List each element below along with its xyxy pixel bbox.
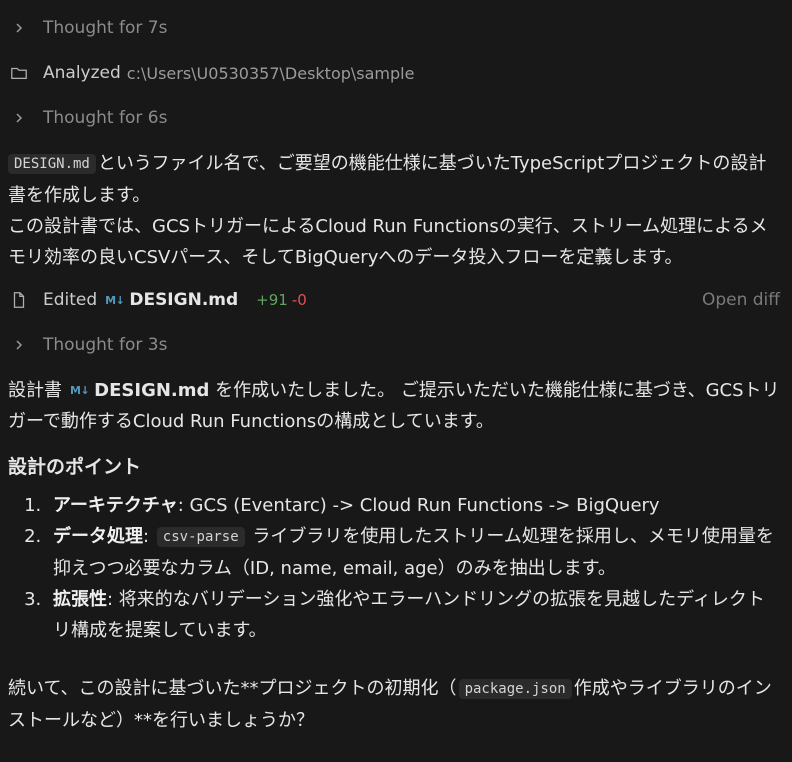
followup-text1: 続いて、この設計に基づいた**プロジェクトの初期化（ bbox=[8, 678, 457, 699]
thought-collapsible-1[interactable]: Thought for 7s bbox=[0, 16, 792, 40]
additions-count: +91 bbox=[256, 291, 288, 309]
chevron-right-icon bbox=[10, 19, 28, 37]
point-term: 拡張性 bbox=[53, 589, 107, 610]
inline-code: csv-parse bbox=[156, 527, 245, 547]
inline-code: package.json bbox=[458, 679, 572, 699]
point-text: 将来的なバリデーション強化やエラーハンドリングの拡張を見越したディレクトリ構成を… bbox=[53, 589, 765, 641]
point-term: アーキテクチャ bbox=[53, 495, 178, 516]
deletions-count: -0 bbox=[291, 291, 307, 309]
chevron-right-icon bbox=[10, 109, 28, 127]
followup-paragraph: 続いて、この設計に基づいた**プロジェクトの初期化（ package.json 作成… bbox=[8, 673, 780, 736]
edited-file-link[interactable]: DESIGN.md bbox=[129, 290, 238, 310]
thought-label: Thought for 6s bbox=[43, 108, 168, 128]
intro-paragraph: DESIGN.md というファイル名で、ご要望の機能仕様に基づいたTypeScri… bbox=[8, 148, 780, 273]
chevron-right-icon bbox=[10, 336, 28, 354]
open-diff-button[interactable]: Open diff bbox=[702, 290, 780, 310]
analyzed-path: c:\Users\U0530357\Desktop\sample bbox=[126, 63, 415, 83]
summary-paragraph: 設計書 M↓ DESIGN.md を作成いたしました。 ご提示いただいた機能仕様に基… bbox=[8, 375, 780, 437]
point-text: GCS (Eventarc) -> Cloud Run Functions ->… bbox=[189, 495, 660, 516]
list-item: アーキテクチャ: GCS (Eventarc) -> Cloud Run Fun… bbox=[47, 490, 778, 521]
intro-line2: この設計書では、GCSトリガーによるCloud Run Functionsの実行… bbox=[8, 216, 768, 268]
intro-line1: というファイル名で、ご要望の機能仕様に基づいたTypeScriptプロジェクトの… bbox=[8, 153, 767, 206]
summary-prefix: 設計書 bbox=[8, 380, 62, 401]
edited-row: Edited M↓ DESIGN.md +91 -0 Open diff bbox=[0, 288, 792, 312]
thought-collapsible-3[interactable]: Thought for 3s bbox=[0, 333, 792, 357]
markdown-icon: M↓ bbox=[105, 293, 125, 307]
analyzed-label: Analyzed bbox=[43, 63, 121, 83]
file-icon bbox=[9, 290, 29, 310]
points-list: アーキテクチャ: GCS (Eventarc) -> Cloud Run Fun… bbox=[14, 490, 778, 646]
analyzed-row[interactable]: Analyzed c:\Users\U0530357\Desktop\sampl… bbox=[0, 61, 792, 85]
list-item: 拡張性: 将来的なバリデーション強化やエラーハンドリングの拡張を見越したディレク… bbox=[47, 584, 778, 646]
thought-collapsible-2[interactable]: Thought for 6s bbox=[0, 106, 792, 130]
thought-label: Thought for 7s bbox=[43, 18, 168, 38]
inline-code: DESIGN.md bbox=[8, 154, 96, 174]
edited-label: Edited bbox=[43, 290, 98, 310]
folder-icon bbox=[9, 63, 29, 83]
summary-file-link[interactable]: DESIGN.md bbox=[94, 380, 209, 401]
points-heading: 設計のポイント bbox=[8, 456, 142, 478]
markdown-icon: M↓ bbox=[70, 384, 90, 397]
list-item: データ処理: csv-parse ライブラリを使用したストリーム処理を採用し、メ… bbox=[47, 521, 778, 584]
thought-label: Thought for 3s bbox=[43, 335, 168, 355]
point-term: データ処理 bbox=[53, 526, 143, 547]
